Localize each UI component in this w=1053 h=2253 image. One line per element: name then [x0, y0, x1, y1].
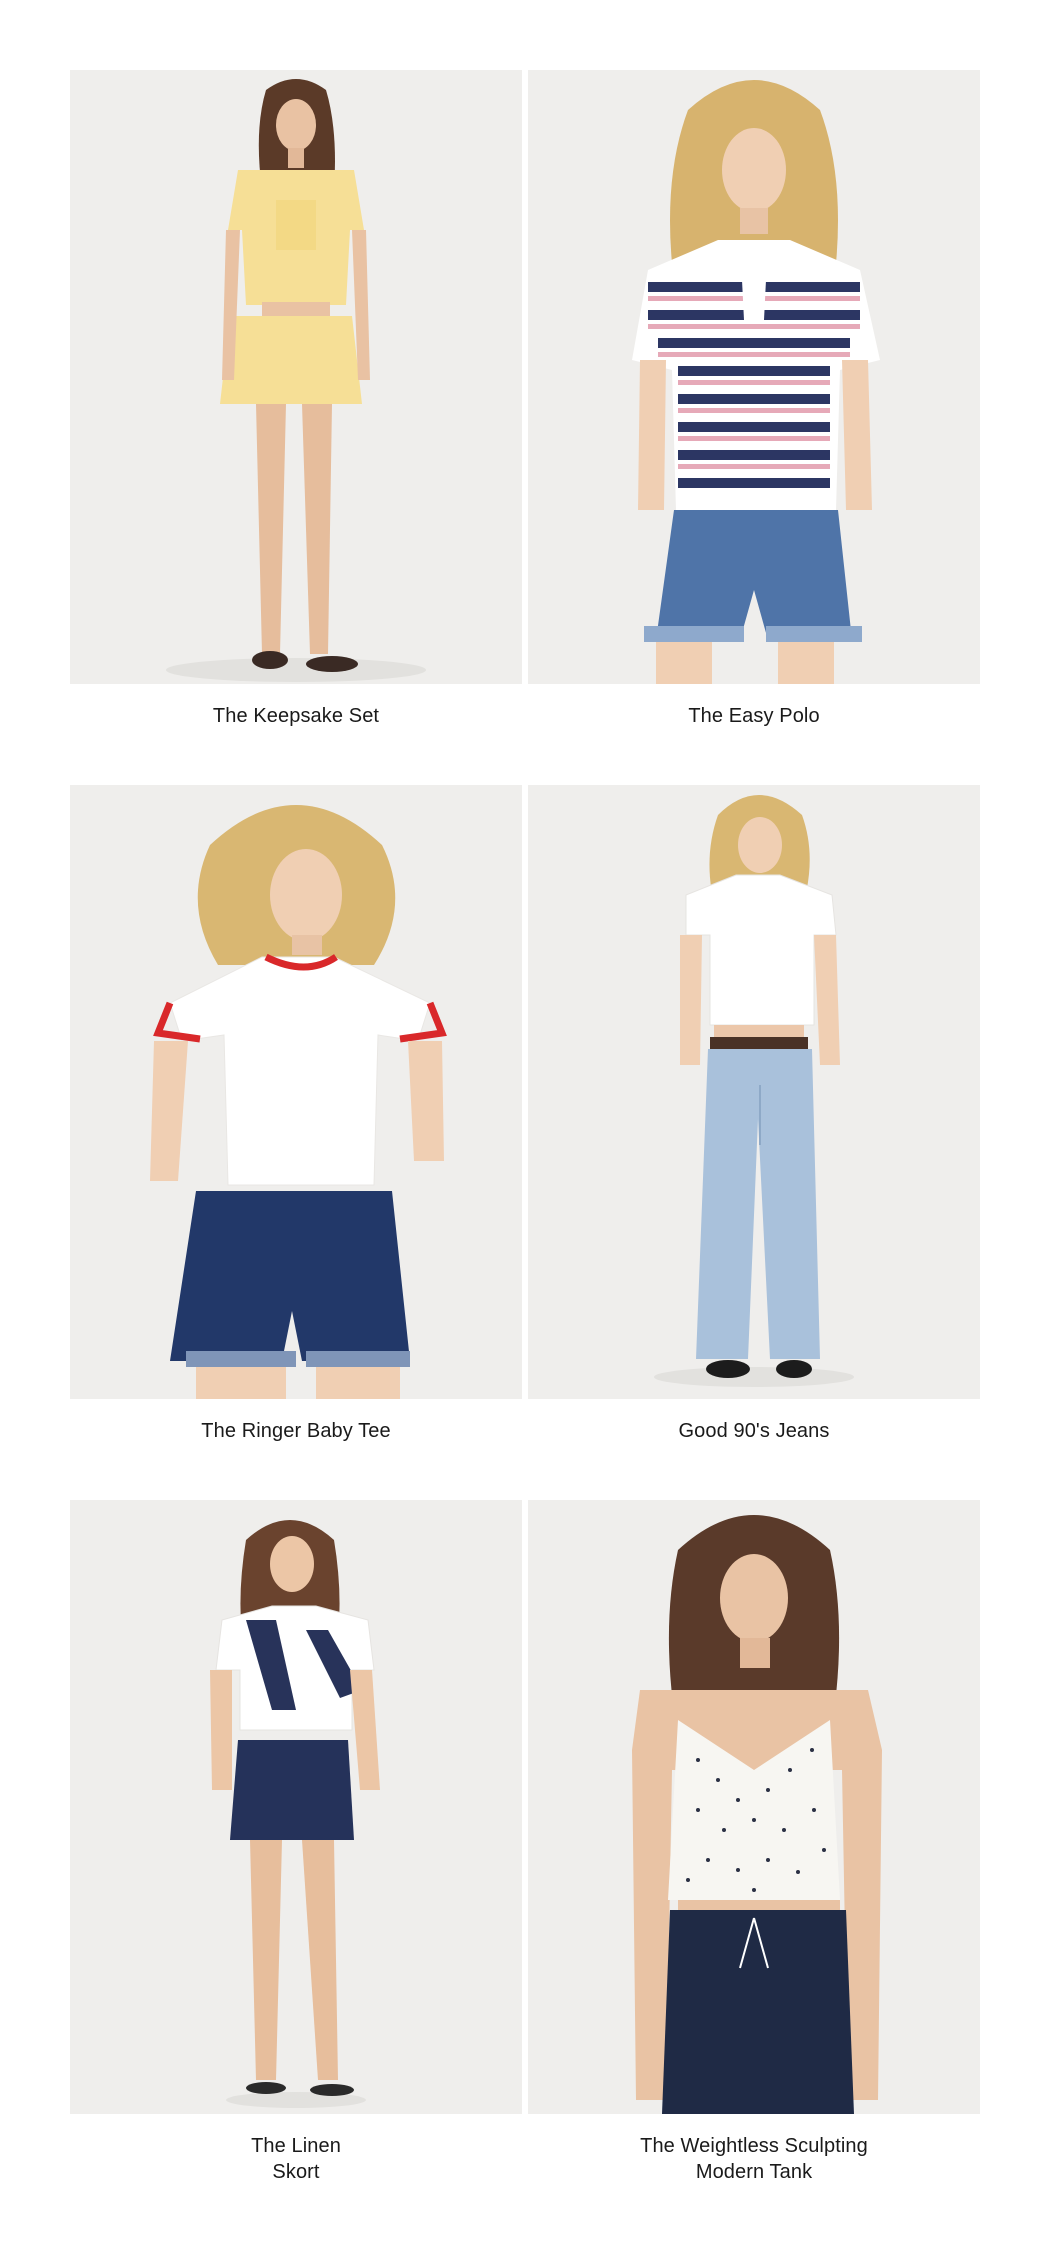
- product-image[interactable]: [528, 70, 980, 684]
- product-name[interactable]: Good 90's Jeans: [528, 1418, 980, 1444]
- product-card-easy-polo[interactable]: The Easy Polo: [528, 70, 980, 785]
- product-name[interactable]: The Easy Polo: [528, 703, 980, 729]
- product-card-good-90s-jeans[interactable]: Good 90's Jeans: [528, 785, 980, 1500]
- product-image[interactable]: [70, 70, 522, 684]
- product-image[interactable]: [70, 1500, 522, 2114]
- product-name[interactable]: The Keepsake Set: [70, 703, 522, 729]
- product-card-linen-skort[interactable]: The Linen Skort: [70, 1500, 522, 2215]
- product-image[interactable]: [528, 1500, 980, 2114]
- product-grid: The Keepsake Set The Easy Polo The Ringe…: [70, 70, 980, 2215]
- product-name[interactable]: The Linen Skort: [70, 2133, 522, 2185]
- product-image[interactable]: [528, 785, 980, 1399]
- product-card-ringer-baby-tee[interactable]: The Ringer Baby Tee: [70, 785, 522, 1500]
- product-name[interactable]: The Weightless Sculpting Modern Tank: [528, 2133, 980, 2185]
- product-name[interactable]: The Ringer Baby Tee: [70, 1418, 522, 1444]
- product-card-weightless-sculpting-tank[interactable]: The Weightless Sculpting Modern Tank: [528, 1500, 980, 2215]
- product-image[interactable]: [70, 785, 522, 1399]
- product-card-keepsake-set[interactable]: The Keepsake Set: [70, 70, 522, 785]
